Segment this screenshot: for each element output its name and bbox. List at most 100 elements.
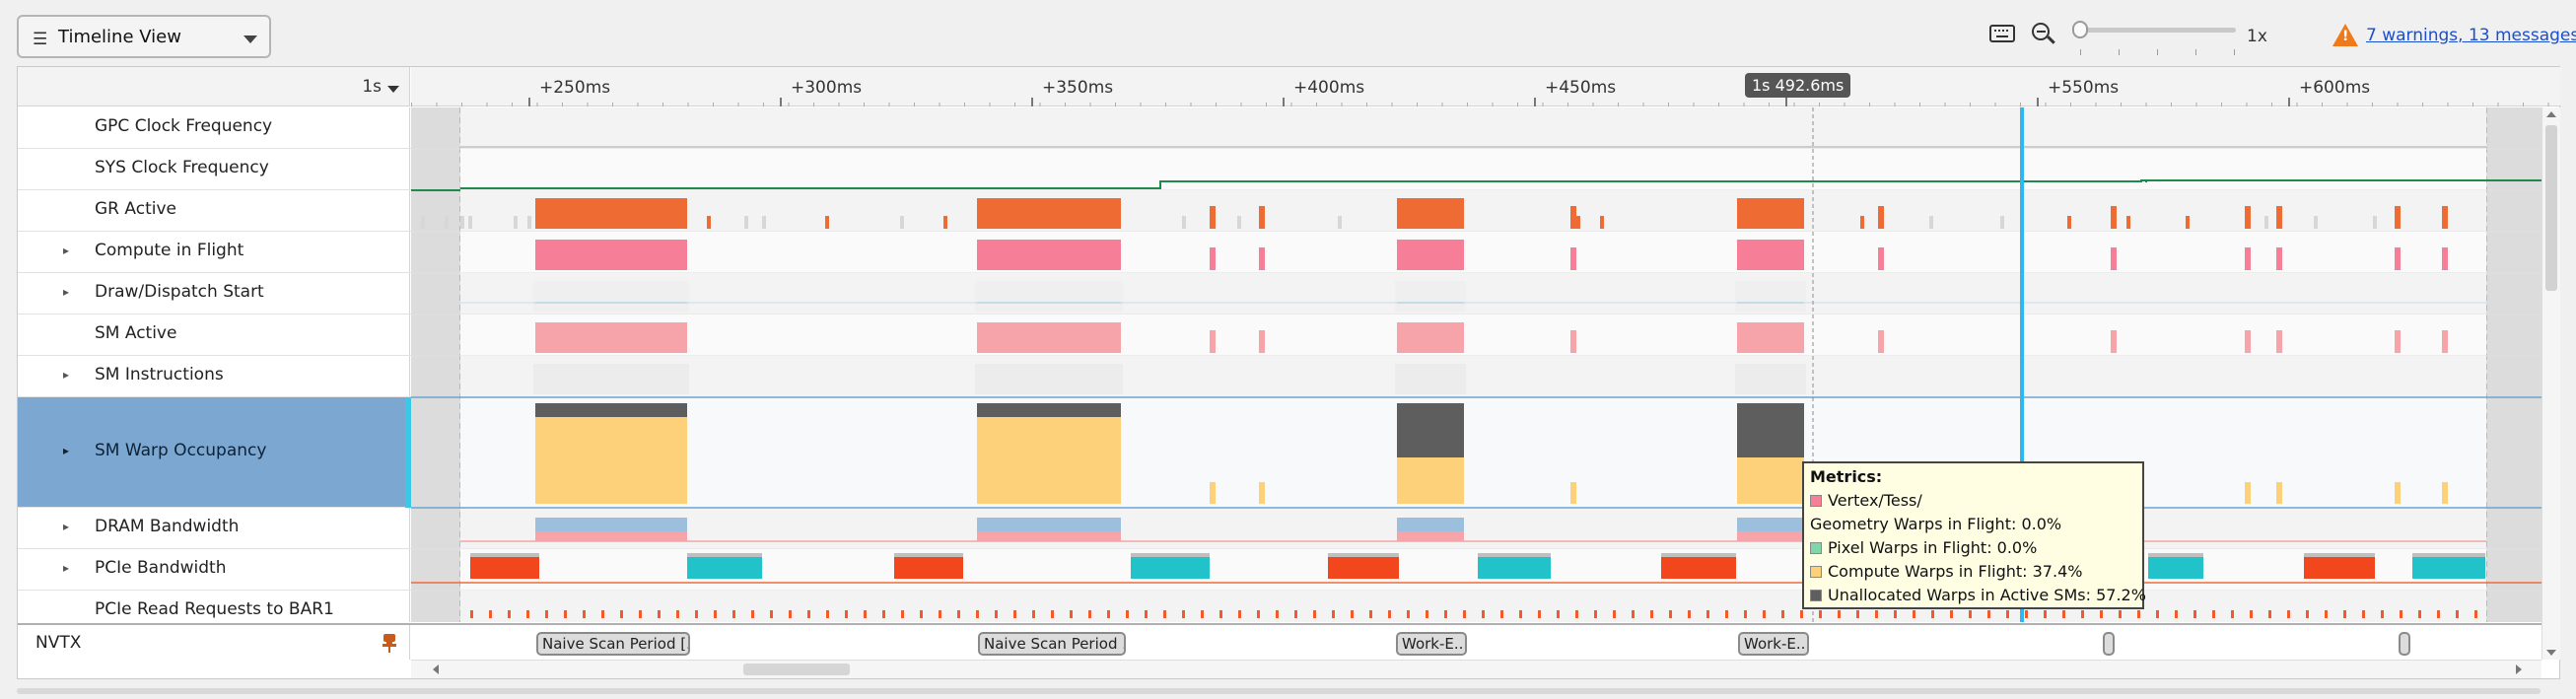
- sm-active-mark: [1878, 330, 1884, 353]
- row-label[interactable]: SYS Clock Frequency: [18, 149, 410, 189]
- expand-chevron-icon[interactable]: ▸: [63, 244, 69, 257]
- pcie-read-request-mark: [2250, 610, 2253, 618]
- scroll-left-icon[interactable]: [433, 664, 439, 674]
- vertical-scroll-thumb[interactable]: [2545, 125, 2557, 291]
- expand-chevron-icon[interactable]: ▸: [63, 285, 69, 299]
- pcie-bandwidth-block: [470, 557, 539, 579]
- warnings-link[interactable]: 7 warnings, 13 messages: [2366, 26, 2576, 45]
- ruler-major-tick: [1785, 98, 1787, 106]
- sm-active-mark: [2245, 330, 2251, 353]
- dram-bandwidth-block: [535, 518, 687, 531]
- pcie-read-request-mark: [1219, 610, 1222, 618]
- warp-compute-mark: [2245, 482, 2251, 504]
- horizontal-scroll-thumb[interactable]: [743, 664, 850, 675]
- row-label[interactable]: ▸ SM Warp Occupancy: [18, 397, 410, 507]
- ruler-minor-ticks: [411, 103, 2561, 106]
- pcie-read-request-mark: [2081, 610, 2084, 618]
- nvtx-range-marker[interactable]: [2103, 632, 2115, 656]
- pin-icon[interactable]: [383, 634, 396, 653]
- pcie-read-request-mark: [976, 610, 979, 618]
- warp-compute-mark: [2442, 482, 2448, 504]
- row-label[interactable]: ▸ PCIe Bandwidth: [18, 549, 410, 590]
- pcie-read-request-mark: [1107, 610, 1110, 618]
- zoom-out-icon[interactable]: [2031, 22, 2056, 47]
- gr-active-mark: [744, 216, 748, 229]
- nvtx-range-marker[interactable]: [2399, 632, 2410, 656]
- timeline-canvas[interactable]: [411, 107, 2541, 622]
- pcie-read-request-mark: [1519, 610, 1522, 618]
- zoom-slider-thumb[interactable]: [2072, 21, 2088, 38]
- dispatch-block: [1735, 281, 1806, 312]
- tooltip-line: Vertex/Tess/: [1810, 489, 2136, 513]
- ruler-tick-label: +400ms: [1293, 78, 1365, 98]
- pcie-read-request-mark: [1182, 610, 1185, 618]
- nvtx-range[interactable]: Naive Scan Period [...: [536, 632, 690, 656]
- pcie-read-request-mark: [1032, 610, 1035, 618]
- nvtx-range[interactable]: Work-E...: [1396, 632, 1467, 656]
- ruler-scale-text: 1s: [362, 77, 382, 97]
- ruler-scale-selector[interactable]: 1s: [18, 67, 410, 106]
- row-label[interactable]: GR Active: [18, 190, 410, 231]
- gr-active-block: [1737, 198, 1804, 229]
- row-label[interactable]: SM Active: [18, 315, 410, 355]
- pcie-bandwidth-block: [1131, 557, 1210, 579]
- pcie-read-request-mark: [1557, 610, 1560, 618]
- row-label[interactable]: GPC Clock Frequency: [18, 107, 410, 148]
- warp-unallocated-block: [1737, 403, 1804, 457]
- nvtx-row[interactable]: NVTX Naive Scan Period [... Naive Scan P…: [18, 623, 2541, 660]
- keyboard-icon[interactable]: [1989, 25, 2015, 42]
- zoom-slider-track[interactable]: [2078, 28, 2236, 33]
- horizontal-scrollbar[interactable]: [411, 660, 2541, 678]
- row-label[interactable]: PCIe Read Requests to BAR1: [18, 591, 410, 622]
- nvtx-range[interactable]: Work-E...: [1738, 632, 1809, 656]
- ruler-tick-label: +350ms: [1042, 78, 1114, 98]
- expand-chevron-icon[interactable]: ▸: [63, 368, 69, 382]
- pcie-read-request-mark: [1594, 610, 1597, 618]
- vertical-scrollbar[interactable]: [2541, 107, 2560, 660]
- row-label-text: PCIe Read Requests to BAR1: [95, 599, 334, 619]
- tooltip-line-text: Unallocated Warps in Active SMs: 57.2%: [1828, 586, 2146, 604]
- row-label[interactable]: ▸ DRAM Bandwidth: [18, 508, 410, 548]
- pcie-read-request-mark: [1463, 610, 1466, 618]
- warp-compute-block: [535, 417, 687, 504]
- row-background: [460, 232, 2486, 273]
- row-label[interactable]: ▸ SM Instructions: [18, 356, 410, 396]
- expand-chevron-icon[interactable]: ▸: [63, 444, 69, 457]
- pcie-read-request-mark: [1650, 610, 1653, 618]
- out-of-range-region: [2486, 107, 2541, 622]
- timeline-tracks[interactable]: [411, 107, 2541, 622]
- nvtx-row-label[interactable]: NVTX: [18, 625, 410, 660]
- row-label[interactable]: ▸ Compute in Flight: [18, 232, 410, 272]
- pcie-read-request-mark: [1070, 610, 1073, 618]
- pcie-bandwidth-block: [2412, 557, 2485, 579]
- view-select-dropdown[interactable]: ☰ Timeline View: [17, 15, 271, 58]
- gr-active-mark: [2245, 206, 2251, 229]
- ruler-major-tick: [1534, 98, 1536, 106]
- pcie-read-request-mark: [732, 610, 735, 618]
- pcie-bandwidth-block: [1478, 557, 1551, 579]
- zoom-slider-ticks: [2080, 49, 2238, 55]
- tooltip-line: Unallocated Warps in Active SMs: 57.2%: [1810, 584, 2146, 607]
- expand-chevron-icon[interactable]: ▸: [63, 561, 69, 575]
- row-label-text: SM Instructions: [95, 365, 224, 384]
- scroll-right-icon[interactable]: [2516, 664, 2522, 674]
- row-background: [460, 356, 2486, 397]
- pcie-bandwidth-block: [2148, 557, 2203, 579]
- scroll-up-icon[interactable]: [2546, 111, 2556, 117]
- timeline-panel: 1s +250ms +300ms +350ms +400ms +450ms +5…: [17, 66, 2561, 679]
- bottom-splitter[interactable]: [17, 688, 2541, 694]
- row-label[interactable]: ▸ Draw/Dispatch Start: [18, 273, 410, 314]
- pcie-read-request-mark: [2456, 610, 2459, 618]
- pcie-read-request-mark: [1744, 610, 1747, 618]
- gr-active-mark: [2186, 216, 2190, 229]
- scroll-down-icon[interactable]: [2546, 650, 2556, 656]
- dram-bandwidth-block: [1737, 531, 1804, 541]
- expand-chevron-icon[interactable]: ▸: [63, 520, 69, 533]
- chevron-down-icon: [387, 86, 399, 93]
- gr-active-mark: [2276, 206, 2282, 229]
- time-ruler[interactable]: +250ms +300ms +350ms +400ms +450ms +550m…: [411, 67, 2561, 106]
- warp-compute-mark: [2276, 482, 2282, 504]
- compute-mark: [2245, 247, 2251, 270]
- ruler-tick-label: +550ms: [2048, 78, 2120, 98]
- nvtx-range[interactable]: Naive Scan Period ...: [978, 632, 1126, 656]
